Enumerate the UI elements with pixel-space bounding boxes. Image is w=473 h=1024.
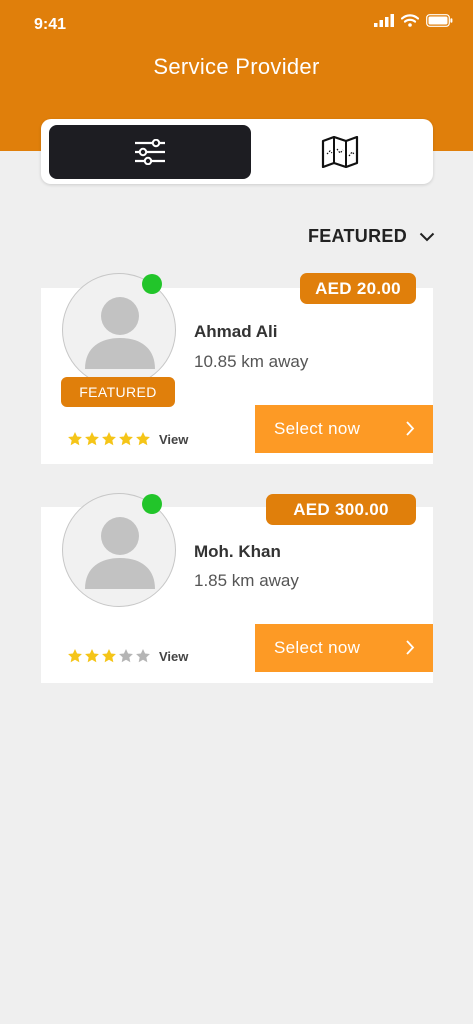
list-view-tab[interactable] <box>49 125 251 179</box>
star-rating <box>67 431 151 447</box>
price-badge: AED 20.00 <box>300 273 416 304</box>
map-view-tab[interactable] <box>255 125 425 179</box>
star-filled-icon <box>85 649 99 663</box>
chevron-down-icon <box>419 232 435 241</box>
map-icon <box>321 136 359 168</box>
star-filled-icon <box>102 649 116 663</box>
status-icons <box>374 14 453 27</box>
rating: View <box>67 648 188 664</box>
star-filled-icon <box>85 432 99 446</box>
chevron-right-icon <box>406 421 415 436</box>
sort-label: FEATURED <box>307 226 407 246</box>
featured-badge: FEATURED <box>61 377 175 407</box>
star-empty-icon <box>136 649 150 663</box>
provider-card: FEATURED AED 20.00 Ahmad Ali 10.85 km aw… <box>41 273 433 464</box>
select-now-button[interactable]: Select now <box>255 624 433 672</box>
sort-dropdown[interactable]: FEATURED <box>308 226 435 247</box>
select-now-label: Select now <box>274 419 361 438</box>
provider-distance: 10.85 km away <box>194 352 309 371</box>
chevron-right-icon <box>406 640 415 655</box>
select-now-button[interactable]: Select now <box>255 405 433 453</box>
view-toggle <box>41 119 433 184</box>
view-link[interactable]: View <box>159 432 188 447</box>
star-empty-icon <box>119 649 133 663</box>
price-badge: AED 300.00 <box>266 494 416 525</box>
online-status-dot <box>142 494 162 514</box>
battery-icon <box>426 14 453 27</box>
signal-icon <box>374 14 394 27</box>
page-title: Service Provider <box>153 54 320 79</box>
star-filled-icon <box>102 432 116 446</box>
select-now-label: Select now <box>274 638 361 657</box>
star-filled-icon <box>68 432 82 446</box>
view-link[interactable]: View <box>159 649 188 664</box>
provider-name: Moh. Khan <box>194 542 281 561</box>
status-time: 9:41 <box>34 16 67 33</box>
rating: View <box>67 431 188 447</box>
online-status-dot <box>142 274 162 294</box>
star-filled-icon <box>136 432 150 446</box>
wifi-icon <box>401 14 419 27</box>
provider-name: Ahmad Ali <box>194 322 278 341</box>
sliders-icon <box>135 139 165 165</box>
star-filled-icon <box>119 432 133 446</box>
provider-distance: 1.85 km away <box>194 571 299 590</box>
star-rating <box>67 648 151 664</box>
provider-card: AED 300.00 Moh. Khan 1.85 km away View S… <box>41 493 433 683</box>
star-filled-icon <box>68 649 82 663</box>
